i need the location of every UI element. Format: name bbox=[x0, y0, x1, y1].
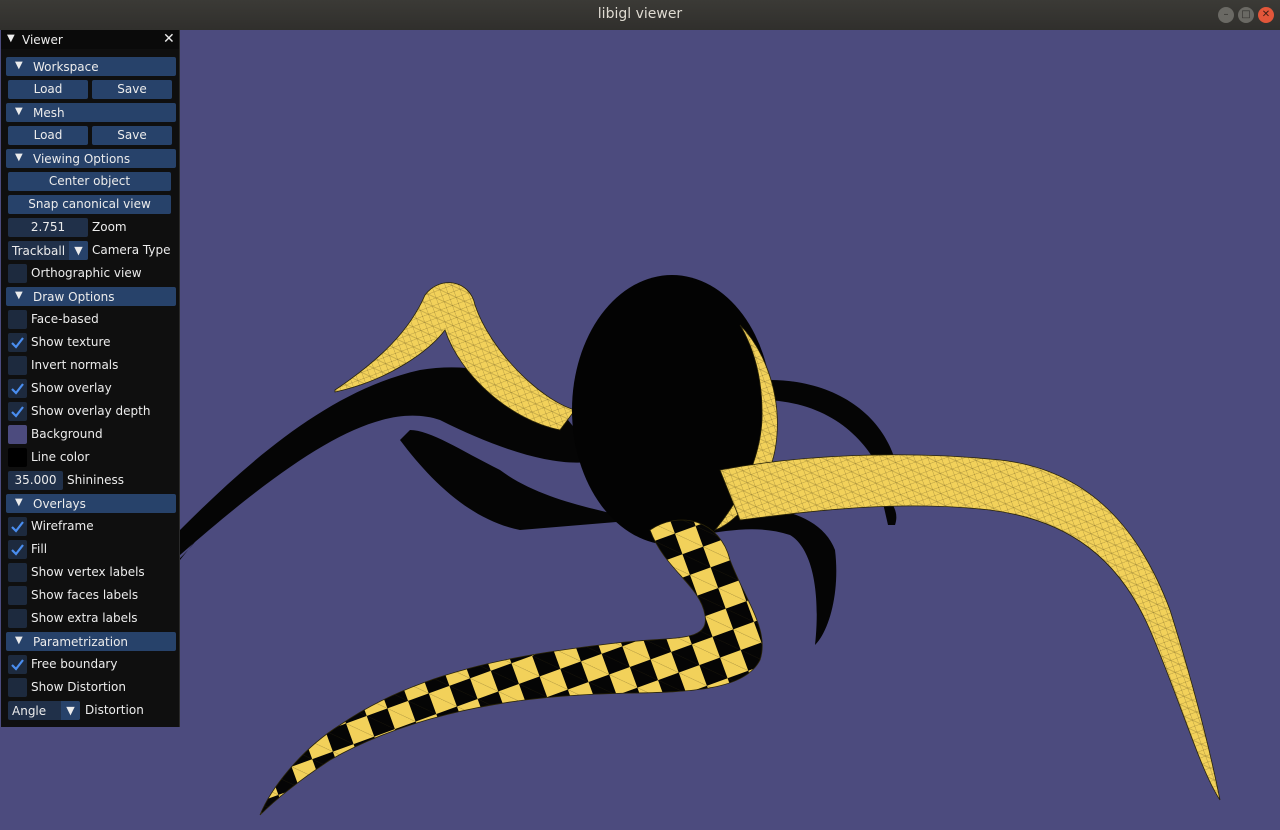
collapse-triangle-icon: ▼ bbox=[15, 106, 23, 117]
show-texture-label: Show texture bbox=[31, 335, 111, 349]
show-overlay-checkbox[interactable] bbox=[8, 379, 27, 398]
distortion-select[interactable]: Angle ▼ bbox=[8, 701, 80, 720]
center-object-button[interactable]: Center object bbox=[8, 172, 171, 191]
mesh-load-button[interactable]: Load bbox=[8, 126, 88, 145]
show-distortion-label: Show Distortion bbox=[31, 680, 126, 694]
wireframe-label: Wireframe bbox=[31, 519, 94, 533]
faces-labels-label: Show faces labels bbox=[31, 588, 139, 602]
distortion-label: Distortion bbox=[85, 703, 144, 717]
octopus-tentacle-checkered bbox=[259, 519, 763, 816]
collapse-triangle-icon: ▼ bbox=[15, 635, 23, 646]
minimize-button[interactable]: – bbox=[1218, 7, 1234, 23]
extra-labels-checkbox[interactable] bbox=[8, 609, 27, 628]
show-distortion-checkbox[interactable] bbox=[8, 678, 27, 697]
workspace-load-button[interactable]: Load bbox=[8, 80, 88, 99]
section-viewing-header[interactable]: ▼ Viewing Options bbox=[6, 149, 176, 168]
camera-type-select[interactable]: Trackball ▼ bbox=[8, 241, 88, 260]
show-overlay-depth-label: Show overlay depth bbox=[31, 404, 151, 418]
fill-checkbox[interactable] bbox=[8, 540, 27, 559]
viewer-panel: ▼ Viewer ✕ ▼ Workspace Load Save ▼ Mesh … bbox=[1, 30, 180, 727]
line-color-label: Line color bbox=[31, 450, 90, 464]
extra-labels-label: Show extra labels bbox=[31, 611, 138, 625]
shininess-label: Shininess bbox=[67, 473, 124, 487]
background-color-swatch[interactable] bbox=[8, 425, 27, 444]
section-draw-header[interactable]: ▼ Draw Options bbox=[6, 287, 176, 306]
octopus-tentacle-right bbox=[719, 454, 1221, 801]
orthographic-label: Orthographic view bbox=[31, 266, 142, 280]
orthographic-checkbox[interactable] bbox=[8, 264, 27, 283]
section-overlays-header[interactable]: ▼ Overlays bbox=[6, 494, 176, 513]
checkmark-icon bbox=[11, 544, 24, 556]
invert-normals-checkbox[interactable] bbox=[8, 356, 27, 375]
zoom-input[interactable]: 2.751 bbox=[8, 218, 88, 237]
wireframe-checkbox[interactable] bbox=[8, 517, 27, 536]
show-overlay-depth-checkbox[interactable] bbox=[8, 402, 27, 421]
section-parametrization-header[interactable]: ▼ Parametrization bbox=[6, 632, 176, 651]
zoom-label: Zoom bbox=[92, 220, 127, 234]
checkmark-icon bbox=[11, 521, 24, 533]
collapse-triangle-icon: ▼ bbox=[15, 497, 23, 508]
window-titlebar: libigl viewer – □ ✕ bbox=[0, 0, 1280, 30]
3d-viewport[interactable] bbox=[0, 30, 1280, 830]
dropdown-arrow-icon: ▼ bbox=[69, 241, 88, 260]
collapse-triangle-icon: ▼ bbox=[15, 60, 23, 71]
maximize-button[interactable]: □ bbox=[1238, 7, 1254, 23]
panel-titlebar[interactable]: ▼ Viewer ✕ bbox=[1, 30, 179, 49]
background-label: Background bbox=[31, 427, 103, 441]
shininess-input[interactable]: 35.000 bbox=[8, 471, 63, 490]
line-color-swatch[interactable] bbox=[8, 448, 27, 467]
face-based-checkbox[interactable] bbox=[8, 310, 27, 329]
vertex-labels-label: Show vertex labels bbox=[31, 565, 145, 579]
window-title: libigl viewer bbox=[597, 6, 683, 22]
checkmark-icon bbox=[11, 659, 24, 671]
panel-title: Viewer bbox=[22, 33, 63, 47]
checkmark-icon bbox=[11, 406, 24, 418]
fill-label: Fill bbox=[31, 542, 48, 556]
mesh-save-button[interactable]: Save bbox=[92, 126, 172, 145]
vertex-labels-checkbox[interactable] bbox=[8, 563, 27, 582]
collapse-triangle-icon: ▼ bbox=[15, 290, 23, 301]
collapse-triangle-icon: ▼ bbox=[15, 152, 23, 163]
faces-labels-checkbox[interactable] bbox=[8, 586, 27, 605]
face-based-label: Face-based bbox=[31, 312, 99, 326]
close-panel-icon[interactable]: ✕ bbox=[163, 31, 175, 47]
close-window-button[interactable]: ✕ bbox=[1258, 7, 1274, 23]
collapse-triangle-icon[interactable]: ▼ bbox=[7, 33, 15, 44]
show-texture-checkbox[interactable] bbox=[8, 333, 27, 352]
camera-type-label: Camera Type bbox=[92, 243, 171, 257]
snap-canonical-view-button[interactable]: Snap canonical view bbox=[8, 195, 171, 214]
dropdown-arrow-icon: ▼ bbox=[61, 701, 80, 720]
checkmark-icon bbox=[11, 383, 24, 395]
show-overlay-label: Show overlay bbox=[31, 381, 112, 395]
invert-normals-label: Invert normals bbox=[31, 358, 119, 372]
free-boundary-label: Free boundary bbox=[31, 657, 118, 671]
free-boundary-checkbox[interactable] bbox=[8, 655, 27, 674]
workspace-save-button[interactable]: Save bbox=[92, 80, 172, 99]
section-workspace-header[interactable]: ▼ Workspace bbox=[6, 57, 176, 76]
section-mesh-header[interactable]: ▼ Mesh bbox=[6, 103, 176, 122]
checkmark-icon bbox=[11, 337, 24, 349]
